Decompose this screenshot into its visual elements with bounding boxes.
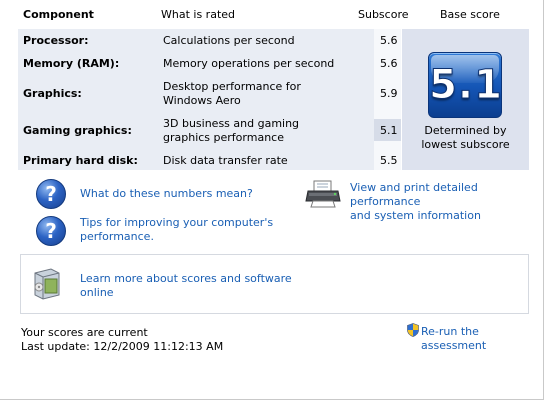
learn-more-link[interactable]: Learn more about scores and software onl… (80, 272, 292, 300)
base-score-caption: Determined by lowest subscore (402, 124, 529, 152)
row-memory-label: Memory (RAM): (23, 57, 120, 70)
software-box-icon[interactable] (31, 265, 63, 301)
uac-shield-icon[interactable] (407, 323, 419, 337)
row-processor-label: Processor: (23, 34, 89, 47)
base-score-value: 5.1 (429, 62, 502, 108)
base-caption-line1: Determined by (424, 124, 507, 137)
row-graphics-rated-line1: Desktop performance for (163, 80, 301, 93)
tips-link[interactable]: Tips for improving your computer's perfo… (80, 216, 273, 244)
print-details-line1[interactable]: View and print detailed performance (350, 181, 544, 209)
row-memory-subscore: 5.6 (380, 57, 398, 70)
printer-icon[interactable] (305, 179, 341, 209)
print-details-line2[interactable]: and system information (350, 209, 544, 223)
question-icon[interactable]: ? (36, 216, 66, 246)
row-gaming-graphics-rated-line2: graphics performance (163, 131, 284, 144)
row-processor-subscore: 5.6 (380, 34, 398, 47)
question-icon[interactable]: ? (36, 179, 66, 209)
learn-more-line2[interactable]: online (80, 286, 292, 300)
header-base-score: Base score (440, 8, 500, 21)
row-processor-rated: Calculations per second (163, 34, 295, 47)
row-graphics-subscore: 5.9 (380, 87, 398, 100)
header-component: Component (23, 8, 94, 21)
row-graphics-label: Graphics: (23, 87, 82, 100)
row-gaming-graphics-label: Gaming graphics: (23, 124, 132, 137)
row-hard-disk-rated: Disk data transfer rate (163, 154, 288, 167)
row-hard-disk-label: Primary hard disk: (23, 154, 138, 167)
row-gaming-graphics-subscore: 5.1 (380, 124, 398, 137)
row-hard-disk-subscore: 5.5 (380, 154, 398, 167)
print-details-link[interactable]: View and print detailed performance and … (350, 181, 544, 223)
base-caption-line2: lowest subscore (421, 138, 510, 151)
rerun-assessment-link[interactable]: Re-run the assessment (421, 325, 544, 353)
header-what-is-rated: What is rated (161, 8, 236, 21)
learn-more-line1[interactable]: Learn more about scores and software (80, 272, 292, 286)
last-update-text: Last update: 12/2/2009 11:12:13 AM (21, 340, 224, 353)
row-graphics-rated-line2: Windows Aero (163, 94, 241, 107)
base-score-badge: 5.1 (428, 52, 502, 118)
tips-link-line2[interactable]: performance. (80, 230, 273, 244)
row-memory-rated: Memory operations per second (163, 57, 335, 70)
header-subscore: Subscore (358, 8, 409, 21)
numbers-meaning-link[interactable]: What do these numbers mean? (80, 187, 253, 201)
row-gaming-graphics-rated-line1: 3D business and gaming (163, 117, 300, 130)
tips-link-line1[interactable]: Tips for improving your computer's (80, 216, 273, 230)
scores-current-text: Your scores are current (21, 326, 148, 339)
